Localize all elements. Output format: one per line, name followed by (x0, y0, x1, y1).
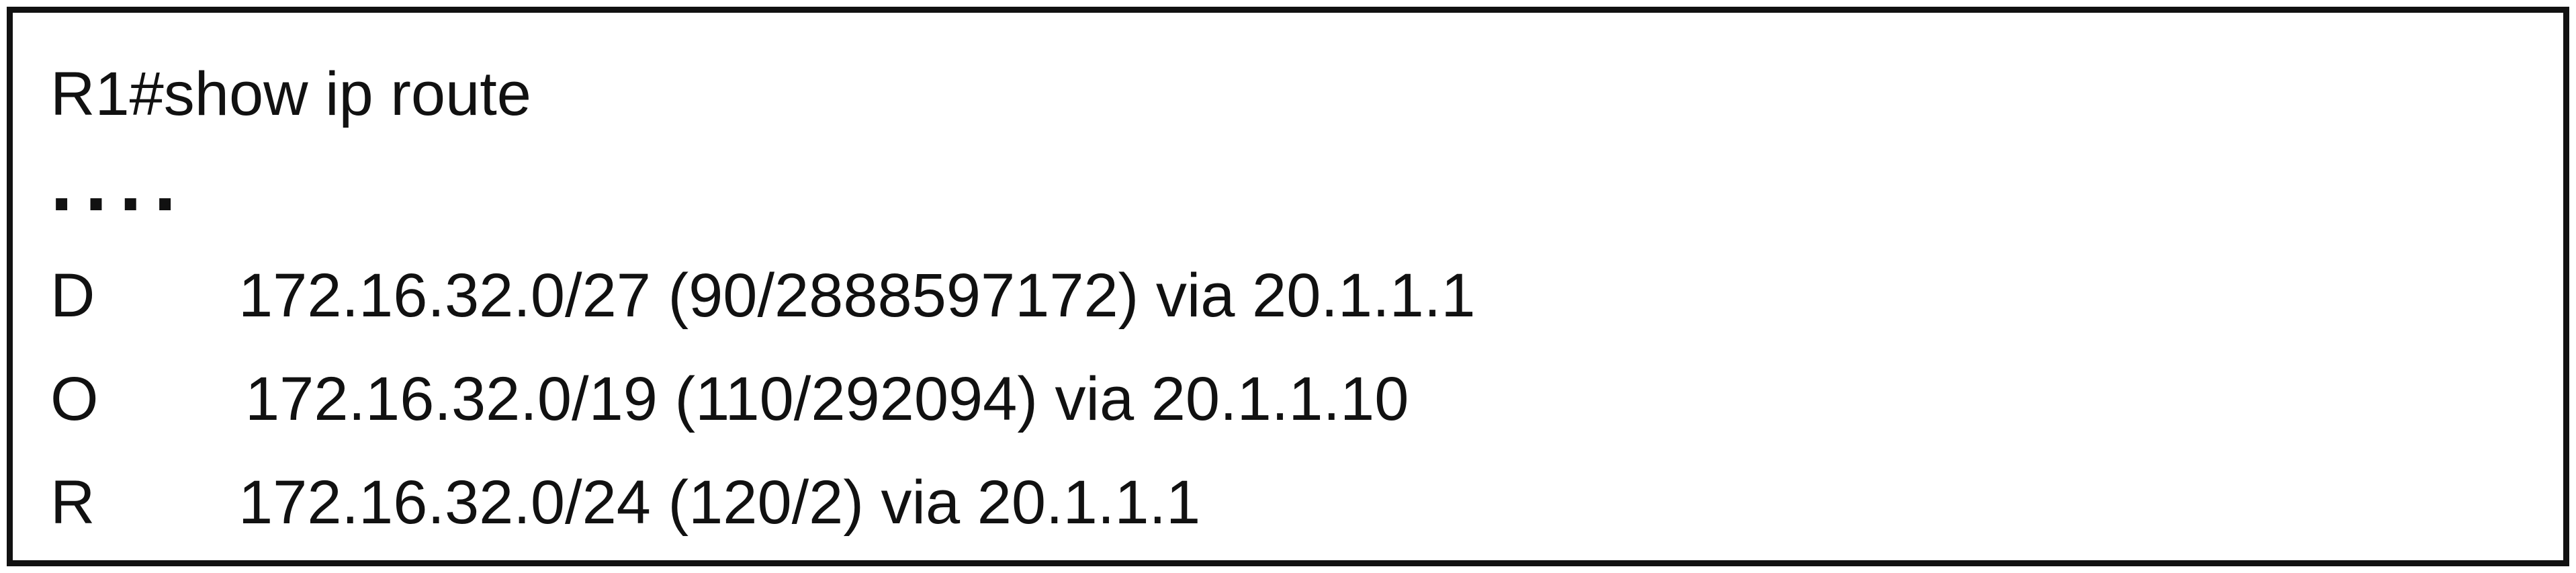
command-prompt: R1#show ip route (50, 60, 531, 128)
route-network: 172.16.32.0/27 (238, 261, 651, 330)
route-metric: (90/2888597172) (668, 261, 1139, 330)
route-next-hop: via 20.1.1.1 (1155, 261, 1476, 330)
route-code: D (50, 261, 95, 330)
route-network: 172.16.32.0/19 (245, 365, 658, 433)
route-metric: (120/2) (668, 468, 864, 537)
route-details: 172.16.32.0/27 (90/2888597172) via 20.1.… (238, 259, 1476, 333)
route-entry-ospf: O 172.16.32.0/19 (110/292094) via 20.1.1… (50, 362, 2536, 456)
route-details: 172.16.32.0/24 (120/2) via 20.1.1.1 (238, 466, 1200, 539)
output-ellipsis: .... (50, 138, 189, 228)
route-network: 172.16.32.0/24 (238, 468, 651, 537)
route-details: 172.16.32.0/19 (110/292094) via 20.1.1.1… (245, 362, 1409, 436)
route-metric: (110/292094) (674, 365, 1038, 433)
route-code: R (50, 468, 95, 537)
route-next-hop: via 20.1.1.1 (881, 468, 1201, 537)
route-code: O (50, 365, 99, 433)
route-entry-rip: R 172.16.32.0/24 (120/2) via 20.1.1.1 (50, 466, 2536, 560)
route-next-hop: via 20.1.1.10 (1055, 365, 1409, 433)
terminal-output-box: R1#show ip route .... D 172.16.32.0/27 (… (7, 7, 2569, 566)
route-entry-eigrp: D 172.16.32.0/27 (90/2888597172) via 20.… (50, 259, 2536, 353)
